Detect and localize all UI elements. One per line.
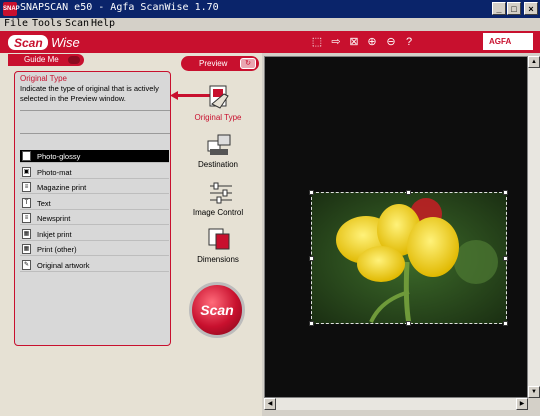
scroll-left-icon[interactable]: ◀: [264, 398, 276, 410]
option-label: Magazine print: [37, 183, 87, 192]
window-title: SNAPSCAN e50 - Agfa ScanWise 1.70: [20, 2, 219, 13]
select-icon[interactable]: ⬚: [311, 36, 323, 48]
scroll-corner: [528, 398, 540, 410]
image-control-icon[interactable]: [208, 180, 234, 206]
horizontal-scrollbar[interactable]: ◀ ▶: [264, 398, 528, 410]
crop-handle[interactable]: [503, 190, 508, 195]
crop-handle[interactable]: [309, 321, 314, 326]
option-label: Text: [37, 199, 51, 208]
step-original-type[interactable]: Original Type: [183, 113, 253, 122]
logo-wise-text: Wise: [51, 35, 80, 50]
scroll-down-icon[interactable]: ▼: [528, 386, 540, 398]
close-button[interactable]: ×: [524, 2, 538, 15]
scroll-up-icon[interactable]: ▲: [528, 56, 540, 68]
pointer-arrow-icon: [170, 91, 210, 100]
print-icon: ▦: [22, 244, 31, 254]
step-dimensions[interactable]: Dimensions: [183, 255, 253, 264]
scan-button[interactable]: Scan: [189, 282, 245, 338]
photo-icon: ▣: [22, 167, 31, 177]
magazine-icon: ≡: [22, 182, 31, 192]
artwork-icon: ✎: [22, 260, 31, 270]
app-icon: SNAP: [3, 2, 20, 16]
vertical-scrollbar[interactable]: ▲ ▼: [528, 56, 540, 398]
agfa-logo: AGFA: [483, 33, 533, 50]
crop-handle[interactable]: [309, 190, 314, 195]
option-label: Print (other): [37, 245, 77, 254]
divider: [20, 133, 170, 134]
text-icon: T: [22, 198, 31, 208]
app-header: Scan Wise ⬚ ⇨ ⊠ ⊕ ⊖ ?: [0, 31, 540, 53]
divider: [20, 110, 170, 111]
crop-handle[interactable]: [406, 321, 411, 326]
zoom-out-icon[interactable]: ⊖: [385, 36, 397, 48]
scanwise-logo: Scan Wise: [8, 35, 80, 50]
scroll-right-icon[interactable]: ▶: [516, 398, 528, 410]
option-label: Photo-glossy: [37, 152, 81, 161]
crop-handle[interactable]: [406, 190, 411, 195]
help-title: Original Type: [20, 74, 67, 83]
menu-file[interactable]: File: [4, 18, 28, 29]
option-inkjet-print[interactable]: ▦ Inkjet print: [20, 228, 169, 241]
title-bar: SNAP SNAPSCAN e50 - Agfa ScanWise 1.70 _…: [0, 0, 540, 18]
logo-scan-text: Scan: [14, 36, 43, 50]
inkjet-icon: ▦: [22, 229, 31, 239]
crop-frame[interactable]: [311, 192, 507, 324]
menu-scan[interactable]: Scan: [65, 18, 89, 29]
option-photo-mat[interactable]: ▣ Photo-mat: [20, 166, 169, 179]
newsprint-icon: ≡: [22, 213, 31, 223]
option-label: Photo-mat: [37, 168, 72, 177]
option-text[interactable]: T Text: [20, 197, 169, 210]
option-newsprint[interactable]: ≡ Newsprint: [20, 212, 169, 225]
dimensions-icon[interactable]: [206, 226, 232, 252]
minimize-button[interactable]: _: [492, 2, 506, 15]
crop-handle[interactable]: [309, 256, 314, 261]
option-magazine-print[interactable]: ≡ Magazine print: [20, 181, 169, 194]
menu-tools[interactable]: Tools: [32, 18, 62, 29]
zoom-in-icon[interactable]: ⊕: [366, 36, 378, 48]
crop-icon[interactable]: ⊠: [348, 36, 360, 48]
option-label: Original artwork: [37, 261, 90, 270]
step-image-control[interactable]: Image Control: [183, 208, 253, 217]
preview-toggle-icon[interactable]: ↻: [240, 58, 256, 69]
step-destination[interactable]: Destination: [183, 160, 253, 169]
menu-bar: File Tools Scan Help: [0, 18, 540, 31]
help-icon[interactable]: ?: [403, 36, 415, 48]
guide-switch-icon[interactable]: [68, 56, 80, 64]
option-photo-glossy[interactable]: ▣ Photo-glossy: [20, 150, 169, 163]
destination-icon[interactable]: [206, 131, 232, 157]
menu-help[interactable]: Help: [91, 18, 115, 29]
original-type-icon[interactable]: [206, 84, 232, 110]
option-label: Newsprint: [37, 214, 71, 223]
option-label: Inkjet print: [37, 230, 72, 239]
help-text: Indicate the type of original that is ac…: [20, 84, 159, 103]
maximize-button[interactable]: □: [507, 2, 521, 15]
photo-icon: ▣: [22, 151, 31, 161]
crop-handle[interactable]: [503, 321, 508, 326]
option-print-other[interactable]: ▦ Print (other): [20, 243, 169, 256]
arrow-icon[interactable]: ⇨: [330, 36, 342, 48]
option-original-artwork[interactable]: ✎ Original artwork: [20, 259, 169, 272]
crop-handle[interactable]: [503, 256, 508, 261]
